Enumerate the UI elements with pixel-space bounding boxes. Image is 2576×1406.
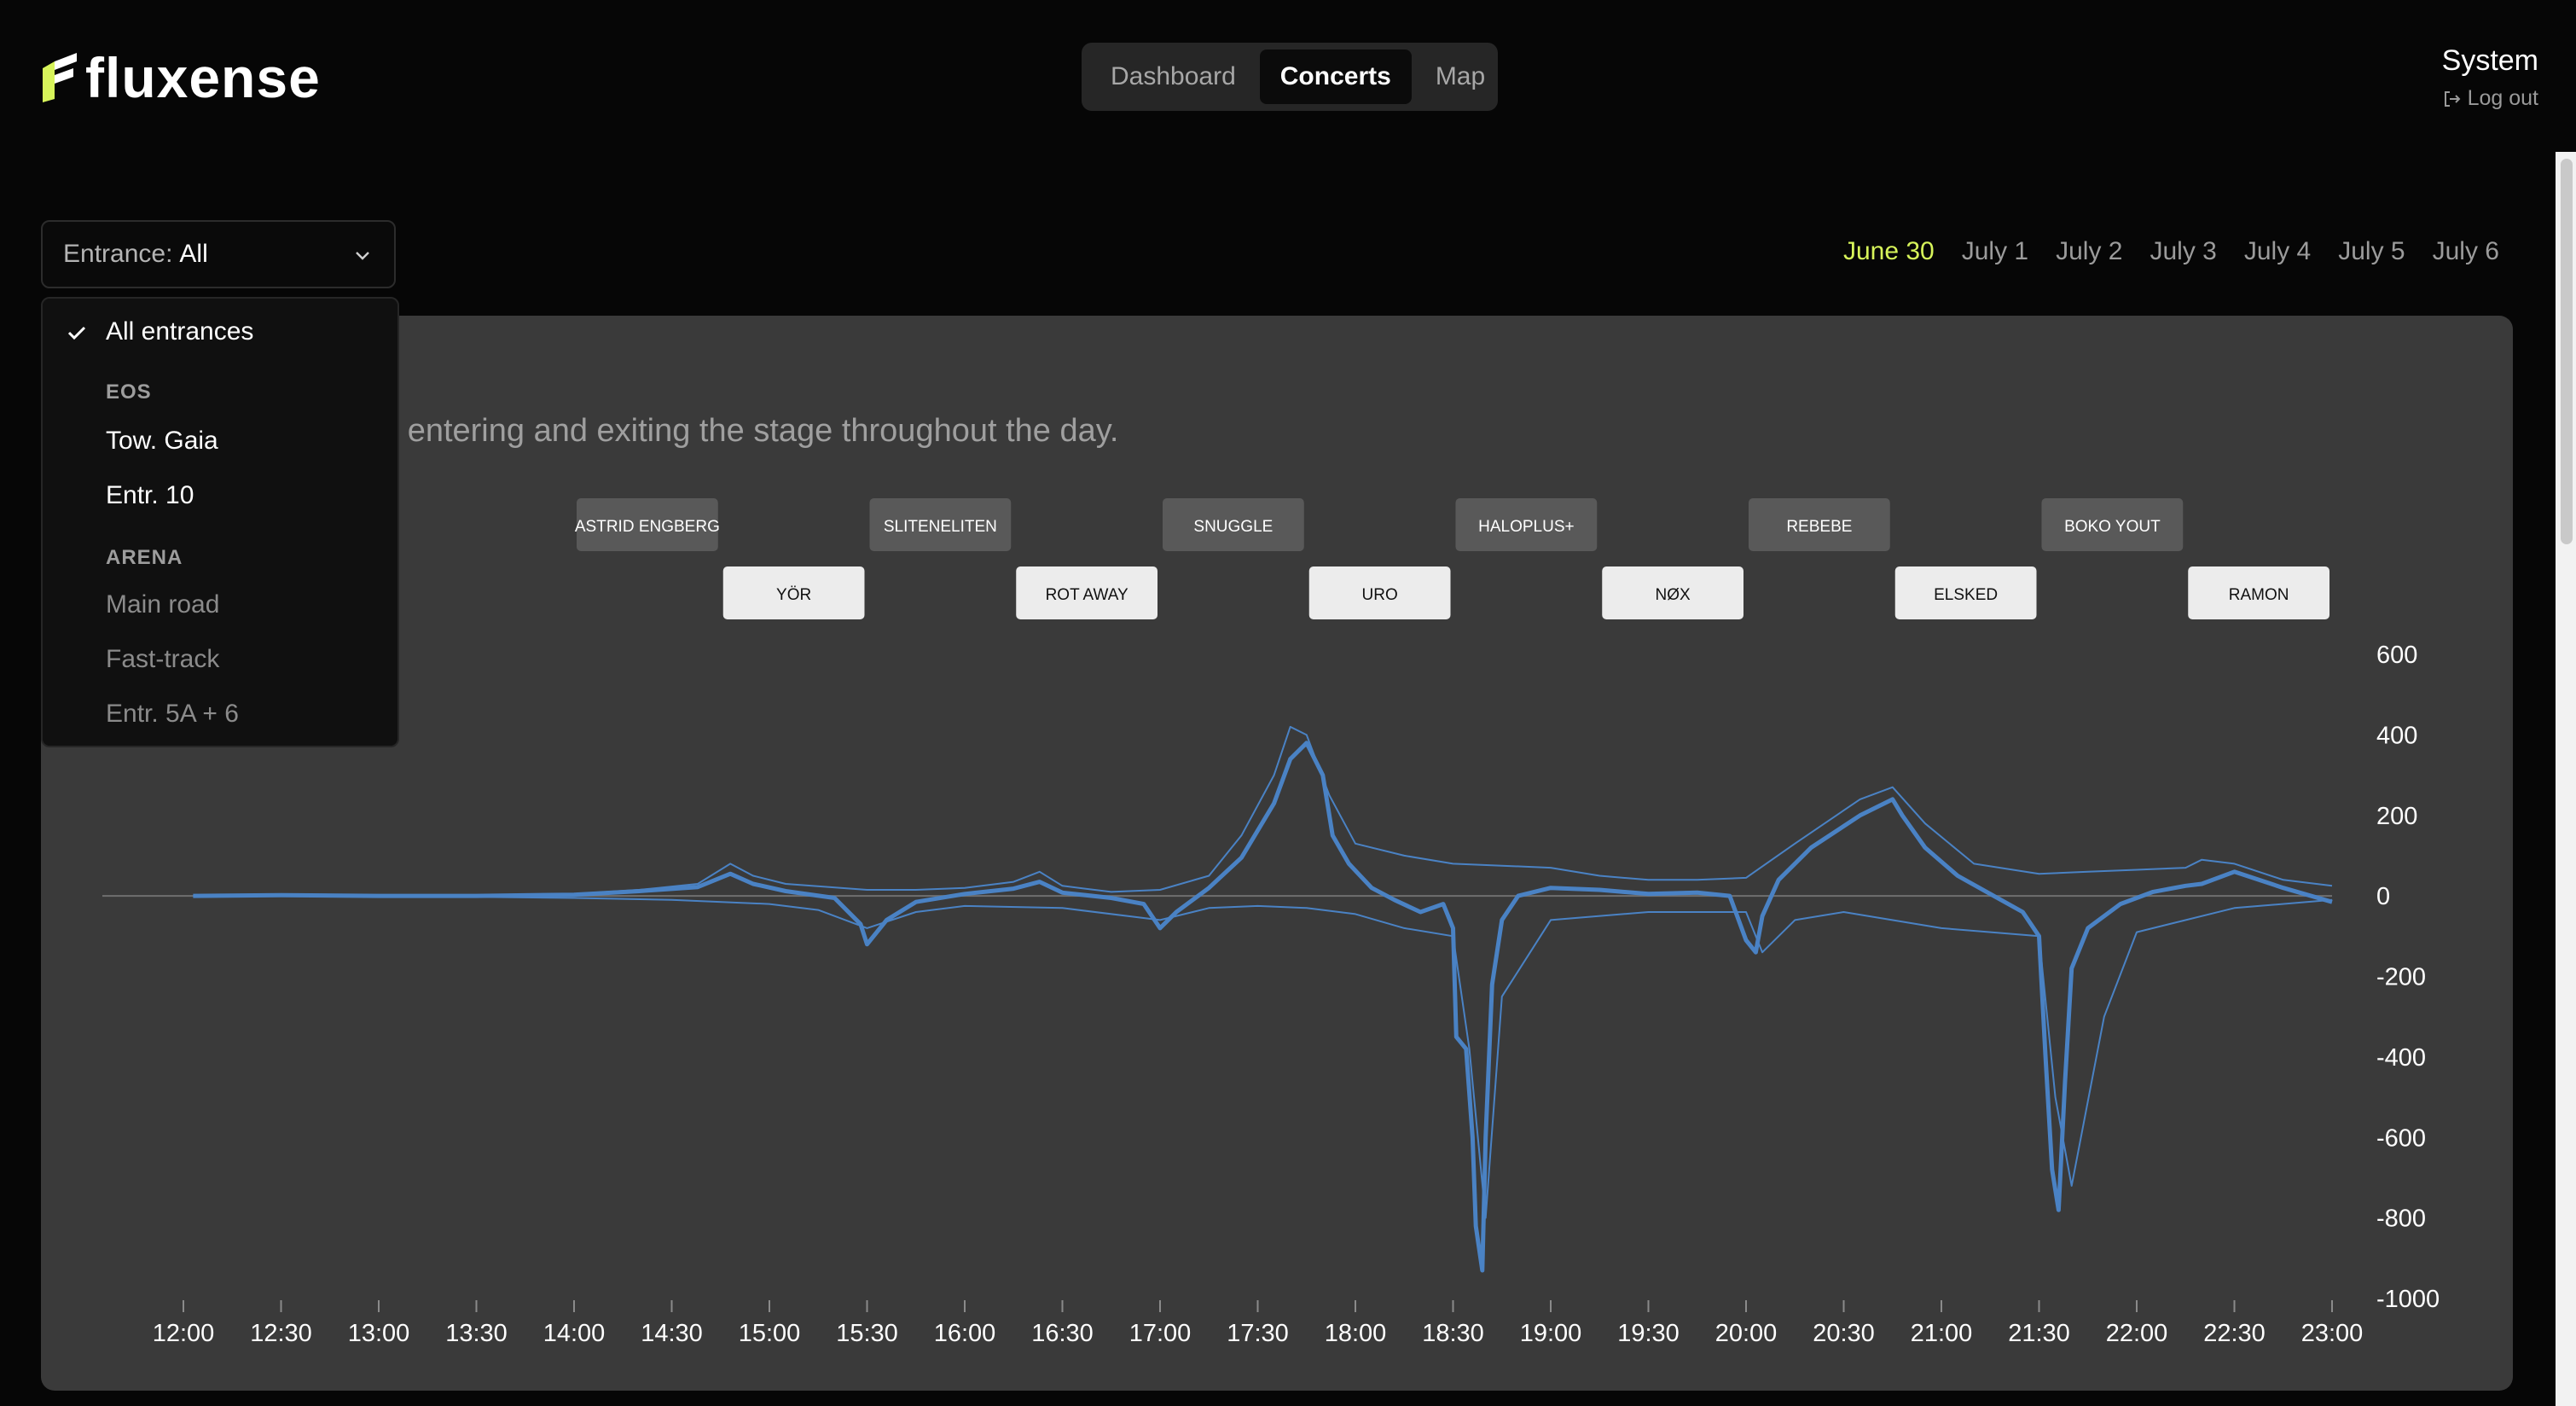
y-tick-label: -800 xyxy=(2376,1206,2426,1233)
x-tick-label: 20:30 xyxy=(1813,1320,1875,1347)
y-tick-label: -400 xyxy=(2376,1044,2426,1072)
concert-label: YÖR xyxy=(776,586,811,604)
menu-item-fast-track: Fast-track xyxy=(106,645,220,673)
concert-label: NØX xyxy=(1656,586,1691,604)
series-line-out xyxy=(193,895,2333,1219)
x-tick-label: 20:00 xyxy=(1715,1320,1778,1347)
x-tick-label: 18:00 xyxy=(1325,1320,1387,1347)
x-tick-label: 17:00 xyxy=(1129,1320,1192,1347)
x-tick-label: 14:30 xyxy=(641,1320,703,1347)
concert-label: ASTRID ENGBERG xyxy=(575,518,720,536)
entrance-dropdown-menu: All entrances EOS Tow. Gaia Entr. 10 ARE… xyxy=(41,297,399,747)
series-line-in xyxy=(193,725,2333,898)
x-tick-label: 21:30 xyxy=(2008,1320,2070,1347)
app-root: fluxense Dashboard Concerts Map System L… xyxy=(0,0,2576,1406)
series-line-net xyxy=(193,741,2333,1273)
concert-label: RAMON xyxy=(2229,586,2289,604)
concert-label: SNUGGLE xyxy=(1193,518,1273,536)
concert-label: URO xyxy=(1362,586,1398,604)
menu-group-arena: ARENA xyxy=(106,546,183,569)
x-tick-label: 16:30 xyxy=(1031,1320,1094,1347)
x-tick-label: 15:00 xyxy=(739,1320,801,1347)
menu-group-eos: EOS xyxy=(106,381,152,404)
x-tick-label: 22:30 xyxy=(2203,1320,2266,1347)
y-tick-label: 0 xyxy=(2376,883,2390,910)
menu-item-entr-5a-6: Entr. 5A + 6 xyxy=(106,700,239,728)
x-tick-label: 13:00 xyxy=(348,1320,410,1347)
y-tick-label: 400 xyxy=(2376,722,2417,749)
concert-label: SLITENELITEN xyxy=(884,518,997,536)
x-tick-label: 21:00 xyxy=(1911,1320,1973,1347)
menu-item-all-entrances[interactable]: All entrances xyxy=(106,317,253,346)
x-tick-label: 16:00 xyxy=(934,1320,996,1347)
concert-label: REBEBE xyxy=(1786,518,1852,536)
menu-item-tow-gaia[interactable]: Tow. Gaia xyxy=(106,427,218,456)
x-tick-label: 22:00 xyxy=(2106,1320,2168,1347)
concert-label: BOKO YOUT xyxy=(2064,518,2161,536)
y-tick-label: 600 xyxy=(2376,642,2417,669)
x-tick-label: 23:00 xyxy=(2301,1320,2364,1347)
y-tick-label: -1000 xyxy=(2376,1286,2440,1313)
menu-item-main-road: Main road xyxy=(106,590,220,619)
x-tick-label: 15:30 xyxy=(836,1320,898,1347)
y-tick-label: -600 xyxy=(2376,1124,2426,1152)
x-tick-label: 18:30 xyxy=(1422,1320,1484,1347)
x-tick-label: 14:00 xyxy=(543,1320,606,1347)
x-tick-label: 17:30 xyxy=(1227,1320,1289,1347)
x-tick-label: 13:30 xyxy=(445,1320,508,1347)
menu-item-entr-10[interactable]: Entr. 10 xyxy=(106,481,194,510)
x-tick-label: 12:00 xyxy=(153,1320,215,1347)
x-tick-label: 19:00 xyxy=(1520,1320,1582,1347)
x-tick-label: 12:30 xyxy=(250,1320,312,1347)
concert-label: ROT AWAY xyxy=(1046,586,1128,604)
concert-label: HALOPLUS+ xyxy=(1478,518,1574,536)
check-icon xyxy=(67,326,86,340)
concert-label: ELSKED xyxy=(1934,586,1998,604)
y-tick-label: -200 xyxy=(2376,964,2426,991)
y-tick-label: 200 xyxy=(2376,803,2417,830)
x-tick-label: 19:30 xyxy=(1617,1320,1680,1347)
